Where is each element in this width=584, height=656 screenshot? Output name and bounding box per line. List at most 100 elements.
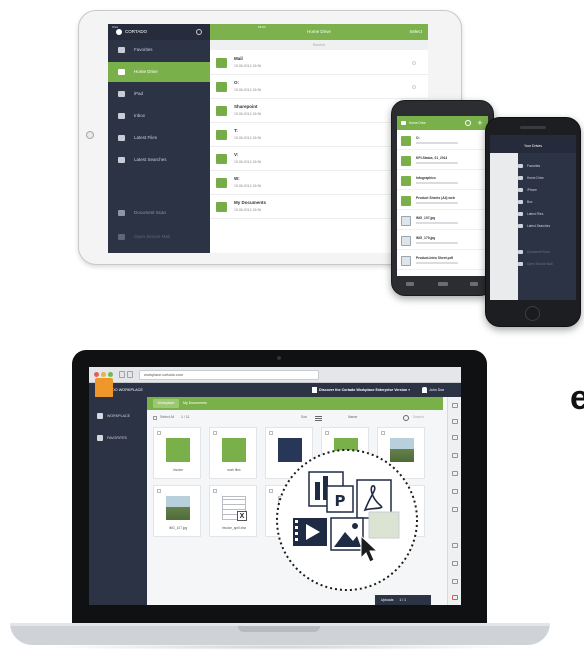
edge-letter: e (570, 379, 584, 417)
ipad-sidebar-scan[interactable]: Document Scan (134, 210, 166, 215)
print-icon[interactable] (452, 543, 458, 548)
iphone-drive-item[interactable]: Latest Searches (518, 221, 576, 231)
menu-icon[interactable] (470, 282, 478, 286)
android-file-row[interactable]: Infographics (397, 172, 488, 190)
forward-icon[interactable] (127, 371, 133, 378)
close-window-button[interactable] (94, 372, 99, 377)
radio-icon[interactable] (412, 85, 416, 89)
user-menu[interactable]: John Doe (429, 383, 444, 397)
ipad-status-time: 18:04 (258, 25, 266, 29)
ipad-sidebar-item[interactable]: Latest Files (108, 128, 210, 148)
laptop-sidebar-label: WORKPLACE (107, 414, 130, 418)
select-all-checkbox[interactable] (153, 416, 157, 420)
android-file-row[interactable]: Product-Intro Sheet.pdf (397, 252, 488, 270)
ipad-sidebar-item[interactable]: Inbox (108, 106, 210, 126)
right-toolbar (447, 397, 461, 605)
ipad-sidebar-item[interactable]: Latest Searches (108, 150, 210, 170)
sort-label[interactable]: Sort (301, 415, 307, 419)
android-header: Home Drive (397, 116, 488, 130)
edit-icon[interactable] (452, 579, 458, 584)
share-icon[interactable] (452, 489, 458, 494)
search-icon[interactable] (465, 120, 471, 126)
add-icon[interactable]: + (477, 119, 483, 127)
name-sort[interactable]: Name (348, 415, 357, 419)
tile-checkbox[interactable] (157, 489, 161, 493)
file-caption: work files (227, 468, 241, 472)
ipad-header-title: Home Drive (307, 29, 331, 34)
download-icon[interactable] (452, 471, 458, 476)
home-icon[interactable] (438, 282, 448, 286)
select-button[interactable]: Select (409, 24, 422, 40)
ipad-sidebar-item[interactable]: iPad (108, 84, 210, 104)
file-tile[interactable]: work files (209, 427, 257, 479)
tile-checkbox[interactable] (325, 431, 329, 435)
file-caption: Invoice_april.xlsx (221, 526, 247, 530)
back-icon[interactable] (119, 371, 125, 378)
android-file-row[interactable]: IMG_179.jpg (397, 232, 488, 250)
android-file-row[interactable]: Product Sheets (A4) web (397, 192, 488, 210)
iphone-drive-item[interactable]: Document Scan (518, 247, 576, 257)
link-icon[interactable] (452, 561, 458, 566)
tool-icon[interactable] (452, 403, 458, 408)
file-tile[interactable]: X Invoice_april.xlsx (209, 485, 257, 537)
drive-label: Home Drive (527, 176, 544, 180)
ipad-sidebar-label: Home Drive (134, 69, 158, 74)
maximize-window-button[interactable] (108, 372, 113, 377)
uploads-count: 1 / 1 (399, 598, 407, 602)
file-meta (416, 162, 458, 164)
drive-label: Latest Searches (527, 224, 551, 228)
tile-checkbox[interactable] (157, 431, 161, 435)
ipad-sidebar-item[interactable]: Home Drive (108, 62, 210, 82)
radio-icon[interactable] (412, 61, 416, 65)
iphone-drive-item[interactable]: iPhone (518, 185, 576, 195)
workplace-icon (97, 413, 103, 419)
tile-checkbox[interactable] (269, 431, 273, 435)
delete-icon[interactable] (452, 595, 458, 600)
address-bar[interactable]: workplace.cortado.com (139, 370, 319, 380)
uploads-panel[interactable]: Uploads 1 / 1 (375, 595, 431, 605)
back-icon[interactable] (406, 282, 414, 286)
drive-icon (518, 200, 523, 204)
laptop-sidebar-item[interactable]: WORKPLACE (89, 411, 147, 421)
laptop-notch (238, 626, 320, 632)
iphone-drive-item[interactable]: Latest Files (518, 209, 576, 219)
upload-icon[interactable] (452, 435, 458, 440)
ipad-search-bar[interactable]: Search (210, 40, 428, 50)
file-meta (416, 242, 458, 244)
android-file-row[interactable]: KPI-Status_01_2014 (397, 152, 488, 170)
search-field[interactable]: Search (413, 415, 424, 419)
drive-label: Document Scan (527, 250, 550, 254)
view-icon[interactable] (452, 453, 458, 458)
list-view-icon[interactable] (315, 415, 322, 421)
tile-checkbox[interactable] (381, 431, 385, 435)
tile-checkbox[interactable] (213, 431, 217, 435)
minimize-window-button[interactable] (101, 372, 106, 377)
refresh-icon[interactable] (403, 415, 409, 421)
android-file-row[interactable]: IMG_107.jpg (397, 212, 488, 230)
search-icon (118, 157, 125, 163)
file-tile[interactable]: Invoice (153, 427, 201, 479)
iphone-drive-item[interactable]: Favorites (518, 161, 576, 171)
ipad-file-row[interactable]: Mail 19.06.2014 15:06 (210, 52, 428, 75)
drive-label: Favorites (527, 164, 541, 168)
gear-icon[interactable] (196, 29, 202, 35)
info-icon[interactable] (452, 507, 458, 512)
cortado-logo-icon (116, 29, 122, 35)
ipad-sidebar-item[interactable]: Favorites (108, 40, 210, 60)
ipad-sidebar-secure-mail[interactable]: Open Secure Mail (134, 234, 170, 239)
promo-link[interactable]: Discover the Cortado Workplace Enterpris… (319, 383, 410, 397)
filter-icon[interactable] (452, 419, 458, 424)
breadcrumb-root[interactable]: Workplace (153, 399, 179, 408)
laptop-sidebar-label: FAVORITES (107, 436, 127, 440)
tile-checkbox[interactable] (213, 489, 217, 493)
iphone-drive-item[interactable]: Open Secure Mail (518, 259, 576, 269)
image-icon (401, 216, 411, 226)
folder-icon (401, 196, 411, 206)
laptop-sidebar (89, 397, 147, 605)
ipad-file-row[interactable]: O: 19.06.2014 15:06 (210, 76, 428, 99)
laptop-sidebar-item[interactable]: FAVORITES (89, 433, 147, 443)
iphone-drive-item[interactable]: Box (518, 197, 576, 207)
file-tile[interactable]: IMG_107.jpg (153, 485, 201, 537)
android-file-row[interactable]: O: (397, 132, 488, 150)
iphone-drive-item[interactable]: Home Drive (518, 173, 576, 183)
